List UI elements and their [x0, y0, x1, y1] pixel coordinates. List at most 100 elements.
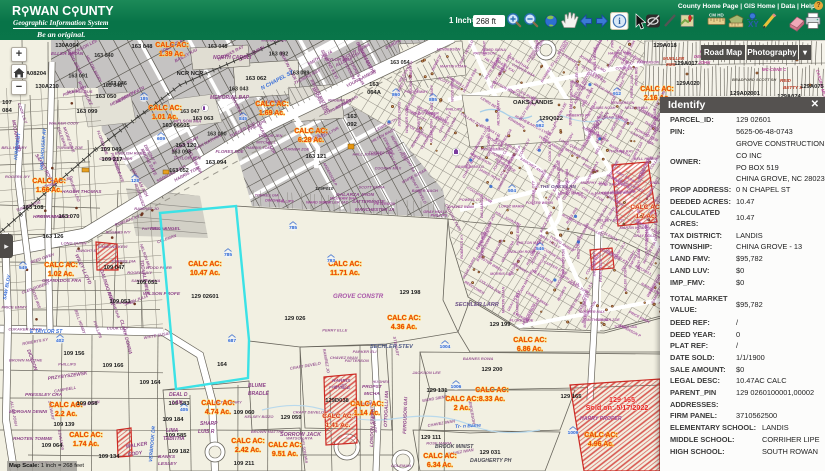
- svg-text:ROGERS IVY: ROGERS IVY: [5, 174, 30, 179]
- svg-text:PRICE EMMY: PRICE EMMY: [404, 90, 428, 94]
- svg-text:609: 609: [157, 136, 165, 142]
- svg-text:109 060: 109 060: [234, 410, 255, 416]
- svg-text:COLEMAN: COLEMAN: [391, 463, 411, 468]
- svg-text:LAN: LAN: [172, 400, 183, 406]
- svg-text:504: 504: [508, 188, 516, 194]
- svg-text:NORTH CAROLI: NORTH CAROLI: [213, 55, 252, 61]
- svg-text:BROOK MINIST: BROOK MINIST: [435, 444, 474, 450]
- svg-text:MARTIN KIJAN: MARTIN KIJAN: [595, 192, 622, 196]
- svg-text:A08204: A08204: [26, 71, 47, 77]
- svg-text:129 02601: 129 02601: [191, 294, 219, 300]
- svg-text:CALC AC:: CALC AC:: [513, 337, 547, 344]
- svg-text:163: 163: [347, 114, 357, 120]
- svg-text:130A064: 130A064: [55, 43, 79, 49]
- svg-text:MEMORIAL BAP: MEMORIAL BAP: [210, 95, 250, 101]
- svg-text:SMITH JULIA: SMITH JULIA: [585, 318, 608, 322]
- svg-text:JACKSON LEE: JACKSON LEE: [412, 370, 441, 375]
- svg-text:CALC AC:: CALC AC:: [640, 86, 674, 93]
- svg-text:GALARZA JHON: GALARZA JHON: [336, 192, 374, 198]
- svg-text:129 165: 129 165: [561, 394, 583, 400]
- svg-text:WARD SIENA: WARD SIENA: [306, 200, 331, 204]
- svg-text:163: 163: [369, 82, 379, 88]
- svg-text:4.36 Ac.: 4.36 Ac.: [391, 324, 417, 331]
- svg-text:MOORE DAVE: MOORE DAVE: [615, 195, 619, 220]
- svg-text:1.66 Ac.: 1.66 Ac.: [36, 187, 62, 194]
- svg-text:CALC AC:: CALC AC:: [188, 261, 222, 268]
- svg-text:1.41 Ac.: 1.41 Ac.: [326, 422, 351, 429]
- svg-text:793: 793: [327, 258, 335, 264]
- svg-text:163 108: 163 108: [23, 205, 45, 211]
- svg-text:TORRES GIA: TORRES GIA: [255, 192, 279, 197]
- svg-text:CALC AC:: CALC AC:: [294, 128, 328, 135]
- svg-text:PEREZ JUAN: PEREZ JUAN: [630, 74, 634, 98]
- svg-text:845: 845: [239, 116, 247, 122]
- svg-text:BUTLER JAD: BUTLER JAD: [575, 64, 579, 88]
- svg-text:129 059: 129 059: [281, 415, 303, 421]
- svg-text:CALC AC:: CALC AC:: [148, 105, 182, 112]
- svg-text:SECHLER LARR: SECHLER LARR: [455, 302, 499, 308]
- svg-text:TORRES GIA: TORRES GIA: [111, 259, 136, 264]
- svg-text:FLORES EDE: FLORES EDE: [216, 149, 245, 154]
- svg-text:DAUGHERTY PH: DAUGHERTY PH: [470, 458, 512, 464]
- svg-text:JENKINS LU: JENKINS LU: [568, 104, 572, 126]
- svg-text:6.86 Ac.: 6.86 Ac.: [517, 346, 543, 353]
- svg-text:HAGER THOMAS: HAGER THOMAS: [62, 189, 102, 195]
- svg-text:ROGERS IVY: ROGERS IVY: [106, 230, 131, 235]
- svg-text:COOK LILY: COOK LILY: [107, 325, 129, 330]
- svg-text:163 043: 163 043: [229, 87, 249, 93]
- svg-text:CYNLE: CYNLE: [334, 385, 351, 391]
- svg-text:109 049: 109 049: [101, 147, 123, 153]
- svg-text:107: 107: [2, 100, 12, 106]
- svg-text:163 120: 163 120: [176, 143, 197, 149]
- svg-text:129 131: 129 131: [427, 388, 449, 394]
- svg-text:1004: 1004: [440, 344, 451, 350]
- svg-text:CALC AC:: CALC AC:: [630, 204, 662, 211]
- svg-text:TAYLOR JEN: TAYLOR JEN: [258, 133, 282, 138]
- svg-text:CALC AC:: CALC AC:: [387, 315, 421, 322]
- svg-text:163 052: 163 052: [169, 168, 189, 174]
- svg-text:SCOTT EMMA: SCOTT EMMA: [359, 184, 385, 189]
- svg-text:163 054: 163 054: [390, 60, 410, 66]
- svg-text:129Q022: 129Q022: [539, 116, 563, 122]
- svg-text:CALC AC:: CALC AC:: [445, 396, 479, 403]
- svg-text:MITCHELL: MITCHELL: [256, 139, 276, 144]
- svg-text:ROGERS IVY: ROGERS IVY: [127, 270, 152, 275]
- svg-text:JONES CHRIS: JONES CHRIS: [398, 101, 402, 127]
- svg-text:CALC AC:: CALC AC:: [322, 413, 354, 420]
- svg-text:11.71 Ac.: 11.71 Ac.: [330, 270, 360, 277]
- svg-text:BELL HENRY: BELL HENRY: [1, 145, 27, 150]
- svg-text:BRADFORD SCOTT SH: BRADFORD SCOTT SH: [732, 77, 776, 82]
- svg-text:LOPEZ MARIA: LOPEZ MARIA: [499, 204, 525, 208]
- svg-text:1.7 Ac.: 1.7 Ac.: [635, 213, 656, 220]
- svg-text:PROPST: PROPST: [362, 384, 383, 390]
- svg-text:GROVE CONSTR: GROVE CONSTR: [333, 293, 384, 300]
- svg-text:129A075: 129A075: [800, 84, 824, 90]
- svg-text:785: 785: [289, 225, 297, 231]
- svg-text:PHILLIPS: PHILLIPS: [446, 108, 463, 112]
- svg-text:084: 084: [2, 108, 12, 114]
- svg-text:163 121: 163 121: [306, 154, 328, 160]
- svg-text:COOPER MAX: COOPER MAX: [580, 310, 606, 314]
- svg-text:ELLER BRIAN: ELLER BRIAN: [51, 51, 84, 57]
- svg-text:860: 860: [392, 92, 400, 98]
- svg-text:SORROW JACK: SORROW JACK: [280, 432, 322, 438]
- svg-text:8.33 Ac.: 8.33 Ac.: [479, 396, 505, 403]
- svg-text:109 217: 109 217: [102, 157, 123, 163]
- svg-text:JOHN: JOHN: [698, 60, 711, 65]
- svg-text:THOMAS RAY: THOMAS RAY: [592, 252, 596, 277]
- svg-text:CHAVEZ IWAN: CHAVEZ IWAN: [330, 355, 358, 360]
- svg-text:BANKS: BANKS: [158, 454, 176, 460]
- svg-text:COOK LILY: COOK LILY: [548, 141, 552, 161]
- svg-text:1.39 Ac.: 1.39 Ac.: [159, 51, 185, 58]
- svg-text:BAKER RACH: BAKER RACH: [412, 188, 438, 193]
- svg-text:POWELL OTT: POWELL OTT: [459, 198, 484, 202]
- svg-text:SIMMONS KEVI: SIMMONS KEVI: [98, 244, 128, 249]
- svg-text:HARRIS TOM: HARRIS TOM: [246, 145, 271, 150]
- svg-text:163 048: 163 048: [208, 44, 228, 50]
- svg-text:BROWN MATTHE: BROWN MATTHE: [9, 358, 42, 363]
- svg-text:405: 405: [180, 407, 188, 413]
- svg-text:WOOD PIPER: WOOD PIPER: [451, 77, 455, 101]
- svg-text:SECHLER STEV: SECHLER STEV: [370, 344, 414, 350]
- svg-text:163 06605: 163 06605: [162, 123, 190, 129]
- svg-text:PHILLIPS: PHILLIPS: [431, 214, 449, 218]
